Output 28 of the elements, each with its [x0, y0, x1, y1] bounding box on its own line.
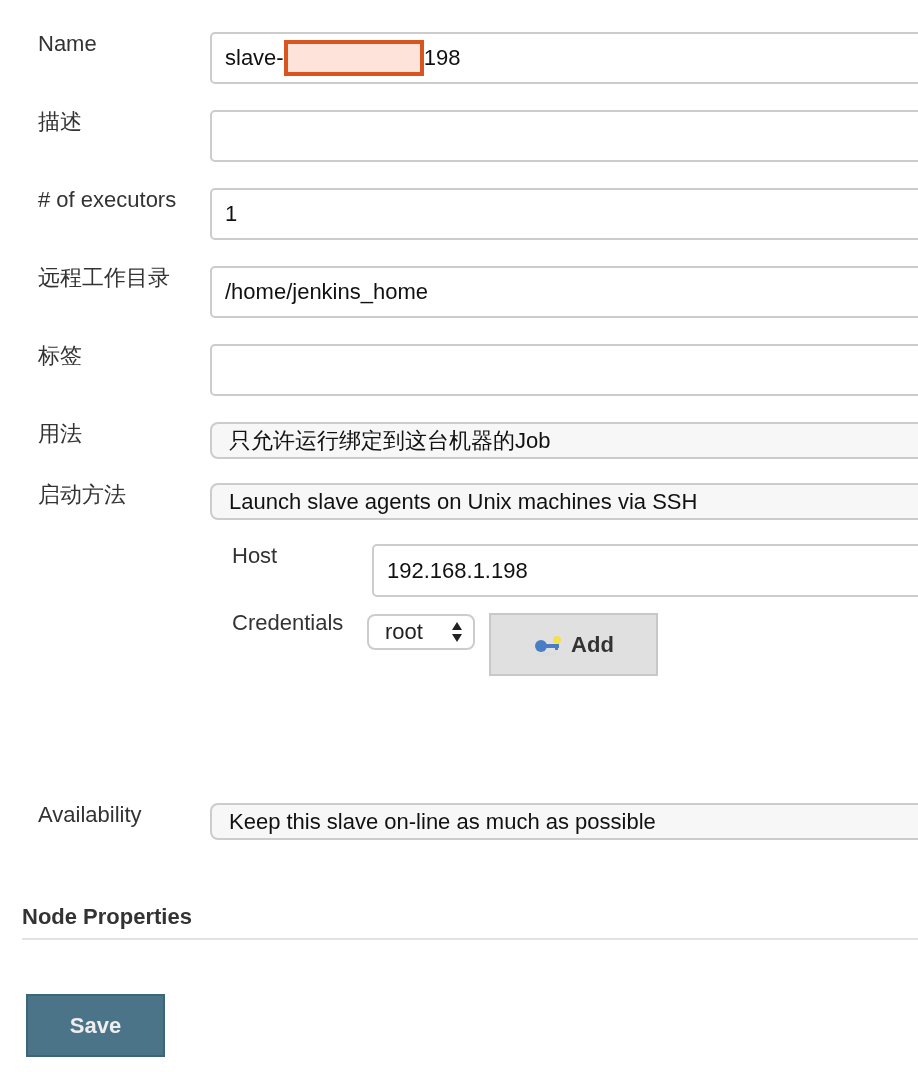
dropdown[interactable]: 只允许运行绑定到这台机器的Job: [210, 422, 918, 459]
text-field[interactable]: slave- 198: [210, 32, 918, 84]
save-button[interactable]: Save: [26, 994, 165, 1057]
up-down-arrows-icon: [451, 621, 463, 643]
text-field[interactable]: [210, 110, 918, 162]
credentials-dropdown[interactable]: root: [367, 614, 475, 650]
field-label: Availability: [38, 803, 143, 827]
field-label: 描述: [38, 110, 83, 134]
field-label: Credentials: [232, 611, 345, 635]
field-label: Name: [38, 32, 98, 56]
text-field[interactable]: /home/jenkins_home: [210, 266, 918, 318]
field-label: 用法: [38, 422, 83, 446]
field-value: /home/jenkins_home: [225, 279, 428, 305]
dropdown[interactable]: Keep this slave on-line as much as possible: [210, 803, 918, 840]
field-label: 标签: [38, 344, 83, 368]
field-label: Host: [232, 544, 279, 568]
field-label: 启动方法: [38, 483, 127, 507]
field-value: 1: [225, 201, 238, 227]
field-value: 198: [423, 45, 461, 71]
text-field[interactable]: [210, 344, 918, 396]
add-button[interactable]: Add: [489, 613, 658, 676]
dropdown[interactable]: Launch slave agents on Unix machines via SSH: [210, 483, 918, 520]
field-label: # of executors: [38, 188, 178, 212]
host-field[interactable]: 192.168.1.198: [372, 544, 918, 597]
field-label: 远程工作目录: [38, 266, 171, 290]
text-field[interactable]: 1: [210, 188, 918, 240]
field-value: slave-: [225, 45, 284, 71]
section-heading: Node Properties: [22, 904, 193, 930]
